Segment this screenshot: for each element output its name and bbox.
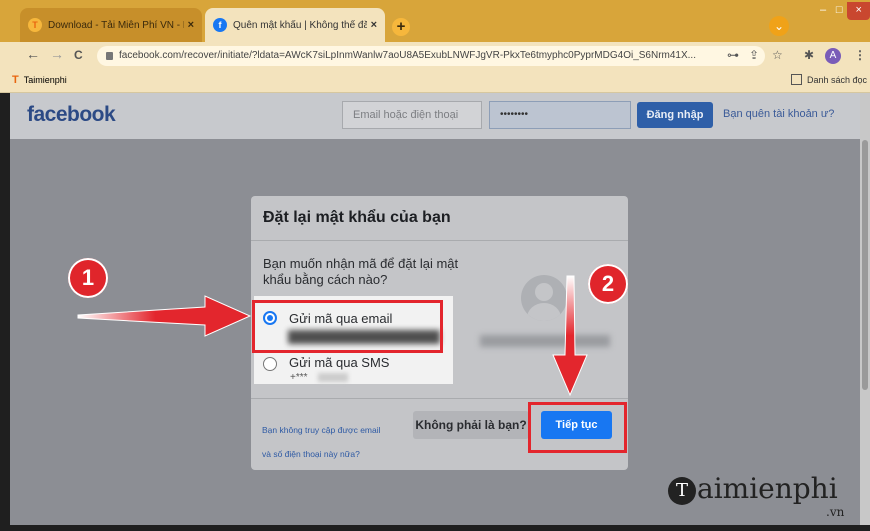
back-icon[interactable]: ← <box>26 46 40 62</box>
continue-button-highlight <box>528 402 627 453</box>
reading-list-icon <box>791 74 802 85</box>
sms-option-radio[interactable] <box>263 357 277 371</box>
profile-picture <box>521 275 567 321</box>
redacted-profile-name <box>480 335 610 347</box>
masked-phone: +*** <box>290 372 308 383</box>
bookmark-taimienphi[interactable]: T Taimienphi <box>12 74 67 86</box>
email-option-highlight <box>252 300 443 353</box>
taimienphi-bookmark-icon: T <box>12 74 19 86</box>
step-2-badge: 2 <box>588 264 628 304</box>
reading-list-button[interactable]: Danh sách đọc <box>791 74 867 85</box>
watermark-domain: .vn <box>826 505 845 519</box>
no-access-link[interactable]: Bạn không truy cập được email và số điện… <box>262 418 412 466</box>
redacted-phone <box>318 373 348 382</box>
watermark-text: aimienphi <box>697 472 838 505</box>
divider <box>251 240 628 241</box>
no-access-line-2[interactable]: và số điện thoại này nữa? <box>262 442 412 466</box>
scrollbar-thumb[interactable] <box>862 140 868 390</box>
window-close-icon[interactable]: × <box>847 2 870 20</box>
bookmarks-bar <box>0 70 870 93</box>
no-access-line-1[interactable]: Bạn không truy cập được email <box>262 418 412 442</box>
step-1-badge: 1 <box>68 258 108 298</box>
share-icon[interactable]: ⇪ <box>749 48 759 62</box>
tab-label: Download - Tải Miễn Phí VN - Ph <box>48 19 184 31</box>
bookmark-label: Taimienphi <box>23 75 67 85</box>
tab-search-chevron-icon[interactable]: ⌄ <box>769 16 789 36</box>
tab-close-icon[interactable]: × <box>371 19 377 31</box>
facebook-favicon-icon: f <box>213 18 227 32</box>
extensions-icon[interactable]: ✱ <box>804 48 814 62</box>
not-you-button[interactable]: Không phải là bạn? <box>413 411 529 439</box>
forward-icon[interactable]: → <box>50 46 64 62</box>
menu-icon[interactable]: ⋮ <box>854 48 866 62</box>
tab-download-taimienphi[interactable]: T Download - Tải Miễn Phí VN - Ph × <box>20 8 202 42</box>
password-field[interactable]: •••••••• <box>489 101 631 129</box>
email-field[interactable]: Email hoặc điện thoại <box>342 101 482 129</box>
star-icon[interactable]: ☆ <box>772 48 783 62</box>
tab-close-icon[interactable]: × <box>188 19 194 31</box>
profile-avatar[interactable]: A <box>825 48 841 64</box>
login-button[interactable]: Đăng nhập <box>637 102 713 128</box>
dialog-title: Đặt lại mật khẩu của bạn <box>263 209 451 226</box>
forgot-account-link[interactable]: Bạn quên tài khoản ư? <box>723 108 834 120</box>
divider <box>251 398 628 399</box>
window-controls: – □ × <box>815 2 870 20</box>
taimienphi-watermark: Taimienphi <box>668 472 838 505</box>
minimize-icon[interactable]: – <box>815 2 831 20</box>
tab-label: Quên mật khẩu | Không thể đăng <box>233 19 367 31</box>
facebook-logo[interactable]: facebook <box>27 103 116 127</box>
sms-option-label[interactable]: Gửi mã qua SMS <box>289 355 389 370</box>
key-icon[interactable]: ⊶ <box>727 48 739 62</box>
reading-list-label: Danh sách đọc <box>807 74 868 85</box>
tab-facebook-recover[interactable]: f Quên mật khẩu | Không thể đăng × <box>205 8 385 42</box>
dialog-question: Bạn muốn nhận mã để đặt lại mật khẩu bằn… <box>263 256 459 287</box>
reload-icon[interactable]: C <box>74 48 83 62</box>
lock-icon[interactable] <box>106 52 113 60</box>
maximize-icon[interactable]: □ <box>831 2 847 20</box>
taimienphi-logo-icon: T <box>668 476 696 505</box>
url-bar[interactable]: facebook.com/recover/initiate/?ldata=AWc… <box>97 46 765 66</box>
taimienphi-favicon-icon: T <box>28 18 42 32</box>
new-tab-button[interactable]: + <box>392 18 410 36</box>
